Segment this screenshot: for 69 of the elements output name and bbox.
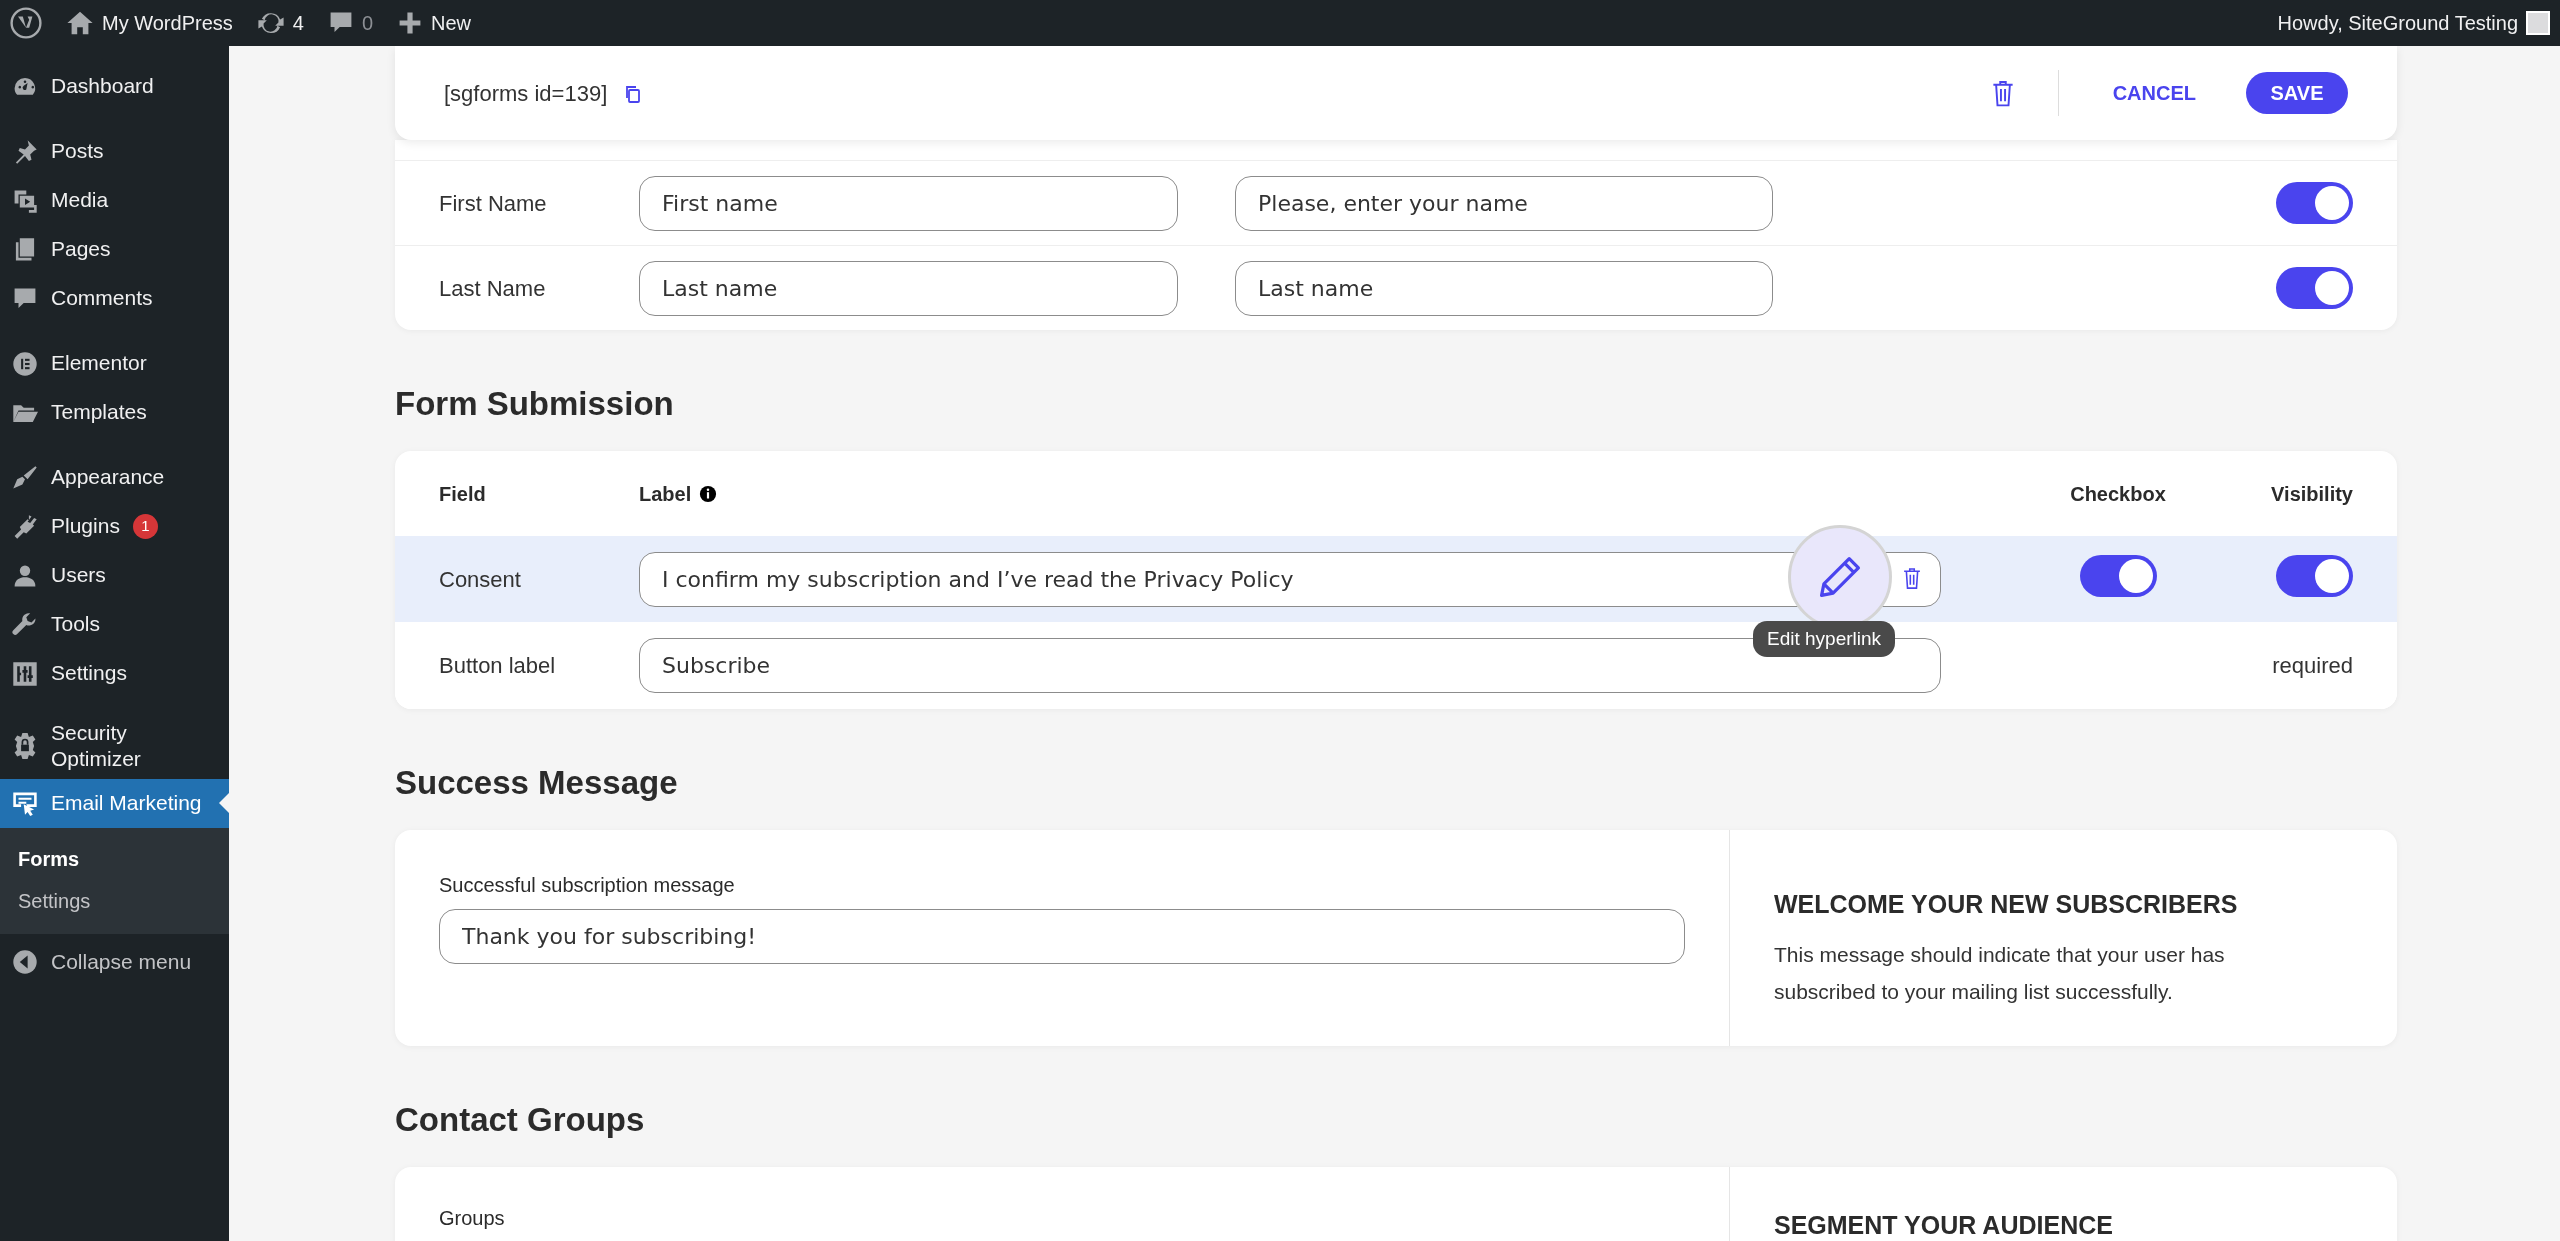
pencil-icon [1817, 554, 1863, 600]
aside-title: WELCOME YOUR NEW SUBSCRIBERS [1774, 889, 2239, 920]
delete-button[interactable] [1991, 79, 2014, 107]
greeting-link[interactable]: Howdy, SiteGround Testing [2277, 8, 2518, 38]
field-label: Groups [439, 1206, 506, 1231]
field-name: Last Name [439, 274, 547, 303]
sidebar-item[interactable]: Templates [0, 388, 229, 437]
wrench-icon [12, 611, 38, 638]
current-pointer [219, 793, 229, 813]
sidebar-item[interactable]: Posts [0, 127, 229, 176]
toggle-switch[interactable] [2079, 554, 2157, 597]
submenu-item[interactable]: Settings [0, 879, 229, 922]
aside-text: This message should indicate that your user has subscribed to your mailing list successfully. [1774, 941, 2226, 1005]
sidebar-item[interactable]: Pages [0, 225, 229, 274]
gear-lock-icon [12, 733, 38, 760]
column-header: Visibility [2270, 481, 2353, 507]
form-cursor-icon [12, 790, 38, 816]
brush-icon [12, 464, 38, 491]
sidebar-item[interactable]: Email Marketing [0, 778, 229, 828]
section-heading: Form Submission [395, 386, 675, 422]
required-text: required [2272, 653, 2353, 678]
site-name-link[interactable]: My WordPress [102, 8, 233, 38]
shortcode-text: [sgforms id=139] [444, 79, 608, 108]
new-link[interactable]: New [431, 8, 472, 38]
input-field[interactable]: Last name [1235, 260, 1773, 316]
input-field[interactable]: I confirm my subscription and I’ve read the Privacy Policy [639, 551, 1941, 607]
toggle-switch[interactable] [2276, 554, 2353, 597]
delete-button[interactable] [1903, 565, 1921, 591]
sidebar-item[interactable]: Elementor [0, 339, 229, 388]
sidebar-item[interactable]: Media [0, 176, 229, 225]
sidebar-item[interactable]: Tools [0, 600, 229, 649]
sidebar-item[interactable]: Appearance [0, 453, 229, 502]
info-icon [699, 484, 718, 503]
plus-icon[interactable] [397, 10, 423, 36]
field-label: Successful subscription message [439, 873, 736, 898]
column-header: Checkbox [2069, 481, 2167, 507]
tooltip: Edit hyperlink [1753, 621, 1896, 657]
plug-icon [12, 513, 38, 540]
home-icon[interactable] [66, 9, 94, 37]
update-badge: 1 [132, 514, 158, 539]
sidebar-item[interactable]: Plugins 1 [0, 502, 229, 551]
column-header: Field [439, 481, 487, 507]
updates-count[interactable]: 4 [292, 8, 304, 38]
toggle-switch[interactable] [2276, 182, 2353, 224]
wordpress-logo-icon[interactable] [10, 7, 42, 39]
field-name: First Name [439, 189, 548, 218]
sliders-icon [12, 660, 38, 687]
save-button[interactable]: SAVE [2246, 72, 2348, 114]
comments-count[interactable]: 0 [361, 8, 373, 38]
cancel-button[interactable]: CANCEL [2112, 78, 2196, 108]
input-field[interactable]: Please, enter your name [1235, 175, 1773, 231]
input-field[interactable]: Thank you for subscribing! [439, 909, 1685, 964]
sidebar-item[interactable]: Security Optimizer [0, 714, 229, 779]
sidebar-item[interactable]: Dashboard [0, 62, 229, 111]
section-heading: Success Message [395, 765, 679, 801]
field-name: Consent [439, 565, 522, 594]
section-heading: Contact Groups [395, 1102, 646, 1138]
sidebar-item[interactable]: Settings [0, 649, 229, 698]
field-name: Button label [439, 652, 557, 680]
toggle-switch[interactable] [2276, 267, 2353, 309]
sidebar-item[interactable]: Users [0, 551, 229, 600]
submenu-item[interactable]: Forms [0, 837, 229, 880]
circle-logo-icon [12, 350, 38, 377]
column-header: Label [639, 481, 692, 507]
input-field[interactable]: First name [639, 175, 1178, 231]
sidebar-item[interactable]: Comments [0, 274, 229, 323]
collapse-menu-button[interactable]: Collapse menu [0, 937, 229, 987]
aside-title: SEGMENT YOUR AUDIENCE [1774, 1210, 2114, 1241]
input-field[interactable]: Last name [639, 260, 1178, 316]
